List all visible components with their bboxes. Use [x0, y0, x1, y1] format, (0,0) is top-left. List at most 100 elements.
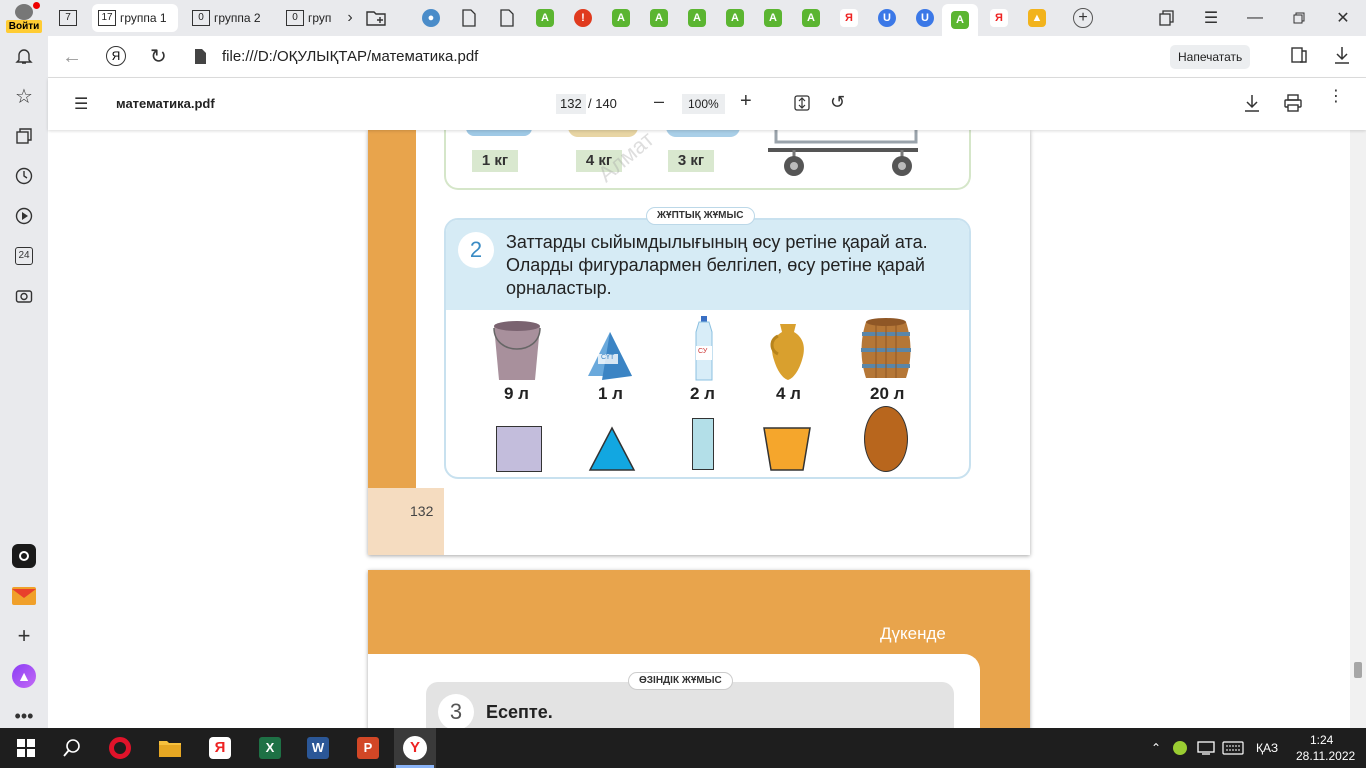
tray-app-icon[interactable] [1170, 734, 1190, 762]
tab-group-1[interactable]: 17 группа 1 [92, 4, 178, 32]
windows-start-icon[interactable] [12, 734, 40, 762]
screenshot-camera-icon[interactable] [12, 284, 36, 308]
tab-group-label: груп [308, 11, 332, 25]
opera-icon[interactable] [106, 734, 134, 762]
self-work-badge: ӨЗІНДІК ЖҰМЫС [628, 672, 733, 690]
clock-time[interactable]: 1:24 [1310, 733, 1333, 747]
tab-u-icon[interactable]: U [914, 4, 936, 32]
menu-hamburger-icon[interactable]: ☰ [1200, 4, 1222, 32]
scrollbar-thumb[interactable] [1354, 662, 1362, 678]
search-icon[interactable] [58, 734, 86, 762]
tab-green-a-icon[interactable]: A [648, 4, 670, 32]
zoom-level-input[interactable]: 100% [682, 94, 725, 114]
yandex-icon[interactable]: Я [106, 46, 126, 66]
bowl-image [466, 130, 532, 136]
pdf-menu-icon[interactable]: ☰ [74, 94, 88, 114]
notification-dot [33, 2, 40, 9]
tab-green-a-icon[interactable]: A [724, 4, 746, 32]
minimize-icon[interactable]: — [1244, 4, 1266, 32]
zoom-out-icon[interactable]: – [654, 91, 664, 112]
extension-icon[interactable] [1290, 46, 1308, 69]
tab-yandex-icon[interactable]: Я [838, 4, 860, 32]
url-field[interactable]: file:///D:/ОҚУЛЫҚТАР/математика.pdf [222, 48, 478, 65]
tab-green-a-icon[interactable]: A [686, 4, 708, 32]
vertical-scrollbar[interactable] [1350, 130, 1366, 728]
recorder-icon[interactable] [12, 544, 36, 568]
page-number-tab [368, 488, 444, 555]
rotate-icon[interactable]: ↺ [830, 92, 845, 113]
tab-alert-icon[interactable]: ! [572, 4, 594, 32]
word-icon[interactable]: W [304, 734, 332, 762]
tab-active-green-a-icon[interactable]: A [942, 4, 978, 36]
tab-group-3[interactable]: 0 груп [282, 4, 332, 32]
tab-green-a-icon[interactable]: A [800, 4, 822, 32]
bell-icon[interactable] [12, 44, 36, 68]
tab-green-a-icon[interactable]: A [762, 4, 784, 32]
milk-label: СҮТ [601, 354, 615, 361]
bag-image [666, 130, 740, 137]
pdf-more-icon[interactable]: ⋮ [1328, 89, 1344, 105]
square-shape [496, 426, 542, 472]
fit-page-icon[interactable] [794, 95, 810, 116]
tab-yandex-icon[interactable]: Я [988, 4, 1010, 32]
tab-group-collapsed[interactable]: 7 [54, 4, 82, 32]
water-label: СУ [698, 348, 708, 355]
tab-count-badge: 7 [59, 10, 77, 26]
login-label: Войти [6, 20, 42, 33]
keyboard-icon[interactable] [1220, 734, 1246, 762]
tab-green-a-icon[interactable]: A [534, 4, 556, 32]
tab-globe-icon[interactable]: ● [420, 4, 442, 32]
reload-icon[interactable]: ↻ [150, 44, 167, 69]
star-icon[interactable]: ☆ [12, 84, 36, 108]
restore-icon[interactable] [1288, 4, 1310, 32]
avatar [15, 4, 33, 20]
collections-icon[interactable] [1156, 4, 1178, 32]
watermark: Алмат [593, 130, 659, 187]
zoom-in-icon[interactable]: + [740, 90, 752, 113]
tab-u-icon[interactable]: U [876, 4, 898, 32]
play-icon[interactable] [12, 204, 36, 228]
yandex-app-icon[interactable]: Я [206, 734, 234, 762]
history-clock-icon[interactable] [12, 164, 36, 188]
new-folder-icon[interactable] [364, 4, 388, 32]
mail-icon[interactable] [12, 584, 36, 608]
excel-icon[interactable]: X [256, 734, 284, 762]
tabs-icon[interactable] [12, 124, 36, 148]
tab-green-a-icon[interactable]: A [610, 4, 632, 32]
file-explorer-icon[interactable] [156, 734, 184, 762]
powerpoint-icon[interactable]: P [354, 734, 382, 762]
download-icon[interactable] [1334, 46, 1350, 69]
volume-label: 20 л [870, 384, 905, 403]
pdf-download-icon[interactable] [1244, 94, 1260, 117]
tab-count-badge: 0 [286, 10, 304, 26]
tab-doc-icon[interactable] [496, 4, 518, 32]
back-arrow-icon[interactable]: ← [62, 46, 82, 69]
tab-doc-icon[interactable] [458, 4, 480, 32]
clock-date[interactable]: 28.11.2022 [1296, 749, 1355, 763]
add-plus-icon[interactable]: + [12, 623, 36, 648]
more-dots-icon[interactable]: ••• [12, 704, 36, 728]
pdf-page: Дүкенде ӨЗІНДІК ЖҰМЫС 3 Есепте. [368, 570, 1030, 728]
page-total: / 140 [588, 96, 617, 111]
language-indicator[interactable]: ҚАЗ [1256, 741, 1278, 755]
chevron-right-icon[interactable]: › [340, 4, 360, 32]
tab-group-label: группа 2 [214, 11, 261, 25]
yandex-browser-icon[interactable]: Y [394, 728, 436, 768]
pdf-print-icon[interactable] [1284, 94, 1302, 117]
alice-assistant-icon[interactable]: ▲ [12, 664, 36, 688]
new-tab-plus-icon[interactable]: + [1072, 4, 1094, 32]
profile-login[interactable]: Войти [6, 2, 42, 34]
close-icon[interactable]: ✕ [1332, 4, 1354, 32]
tray-chevron-up-icon[interactable]: ⌃ [1146, 734, 1166, 762]
weight-label: 1 кг [472, 150, 518, 172]
calendar-24-label: 24 [15, 247, 33, 265]
tray-device-icon[interactable] [1194, 734, 1218, 762]
triangle-shape [588, 426, 636, 477]
tab-group-2[interactable]: 0 группа 2 [188, 4, 272, 32]
page-number-input[interactable]: 132 [556, 94, 586, 114]
address-bar: ← Я ↻ file:///D:/ОҚУЛЫҚТАР/математика.pd… [48, 36, 1366, 78]
tab-image-icon[interactable]: ▲ [1026, 4, 1048, 32]
calendar-24-icon[interactable]: 24 [12, 244, 36, 268]
print-button[interactable]: Напечатать [1170, 45, 1251, 69]
volume-label: 1 л [598, 384, 623, 403]
